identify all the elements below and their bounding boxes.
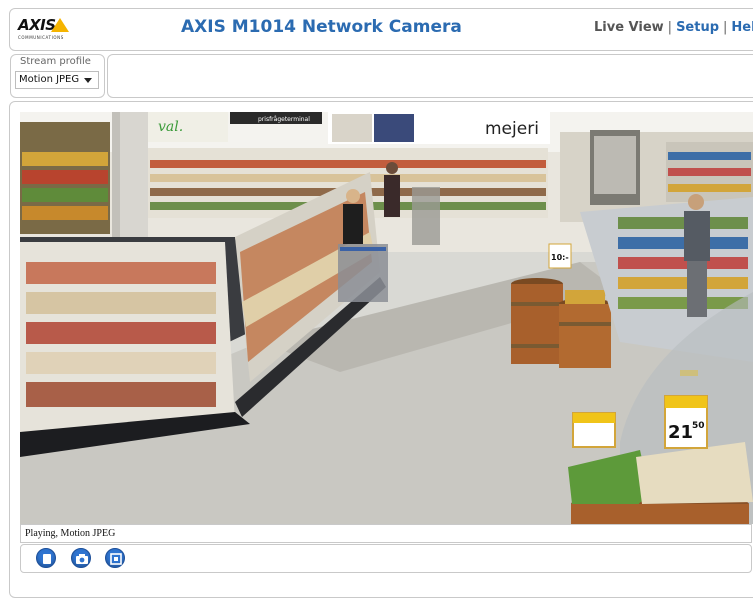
sign-dept-text: mejeri	[485, 119, 539, 139]
live-video-stream[interactable]: val. prisfrågeterminal mejeri 21 50 10:-	[20, 112, 753, 524]
stop-icon	[43, 554, 51, 564]
fullscreen-icon	[110, 553, 122, 565]
nav-live-view[interactable]: Live View	[594, 20, 664, 35]
nav-separator: |	[667, 20, 673, 35]
nav-setup[interactable]: Setup	[676, 20, 719, 35]
toolbar-panel	[107, 54, 753, 98]
logo-text: AXIS	[18, 16, 56, 34]
chevron-down-icon	[84, 78, 92, 83]
nav-help[interactable]: Help	[731, 20, 753, 35]
snapshot-button[interactable]	[71, 548, 91, 568]
status-text: Playing, Motion JPEG	[25, 528, 116, 539]
page-title: AXIS M1014 Network Camera	[181, 17, 462, 37]
stream-profile-select[interactable]: Motion JPEG	[15, 71, 99, 89]
top-nav: Live View|Setup|Help	[594, 20, 753, 35]
fullscreen-button[interactable]	[105, 548, 125, 568]
price-tag-small: 10:-	[551, 253, 569, 262]
status-bar: Playing, Motion JPEG	[20, 524, 752, 543]
player-controls	[20, 544, 752, 573]
header-bar: AXIS COMMUNICATIONS AXIS M1014 Network C…	[9, 8, 753, 51]
price-tag-main-cents: 50	[692, 421, 705, 431]
price-tag-main: 21	[668, 422, 693, 443]
stream-profile-label: Stream profile	[20, 56, 91, 67]
logo-subtext: COMMUNICATIONS	[18, 35, 64, 40]
sign-terminal-text: prisfrågeterminal	[258, 116, 310, 123]
nav-separator: |	[723, 20, 728, 35]
stream-profile-value: Motion JPEG	[19, 74, 80, 85]
stream-profile-panel: Stream profile Motion JPEG	[10, 54, 105, 98]
snapshot-icon	[76, 554, 88, 564]
stop-button[interactable]	[36, 548, 56, 568]
logo-triangle-icon	[51, 18, 69, 32]
axis-logo[interactable]: AXIS COMMUNICATIONS	[18, 16, 78, 44]
sign-val-text: val.	[158, 119, 183, 135]
